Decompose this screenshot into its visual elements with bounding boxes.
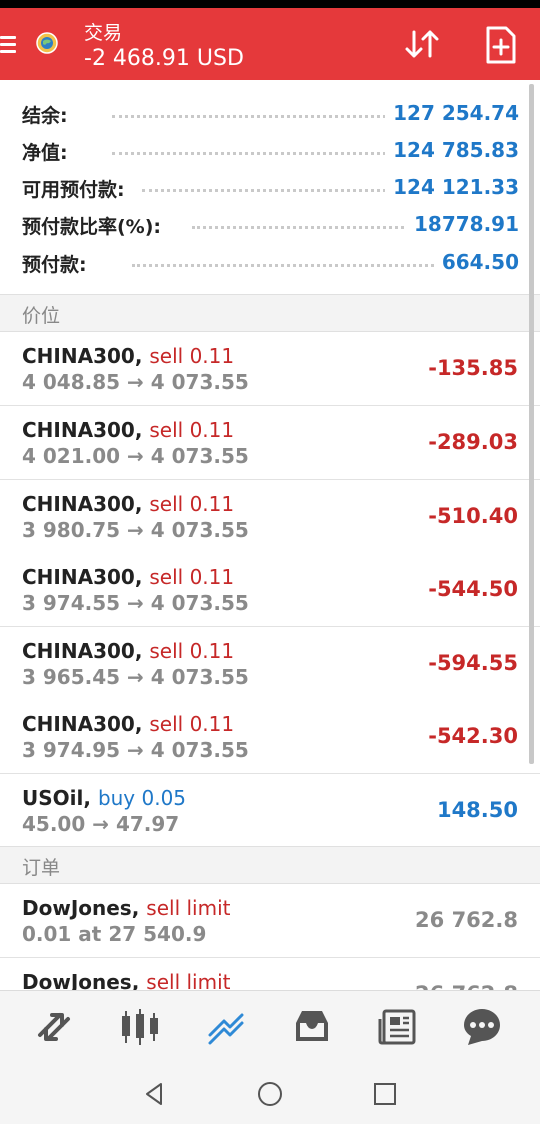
orders-header: 订单	[0, 846, 540, 884]
order-price: 26 762.8	[415, 908, 518, 932]
position-row[interactable]: USOil, buy 0.05 45.00 → 47.97 148.50	[0, 774, 540, 848]
order-row[interactable]: DowJones, sell limit 0.01 at 27 540.9 26…	[0, 884, 540, 958]
position-action: sell 0.11	[149, 712, 235, 736]
margin-level-value: 18778.91	[405, 212, 519, 236]
order-action: sell limit	[146, 896, 231, 920]
margin-row: 预付款: 664.50	[22, 244, 519, 280]
history-icon[interactable]	[290, 1005, 334, 1049]
back-icon[interactable]	[141, 1080, 169, 1108]
position-symbol: CHINA300, sell 0.11	[22, 344, 235, 368]
position-action: sell 0.11	[149, 565, 235, 589]
home-icon[interactable]	[256, 1080, 284, 1108]
status-bar	[0, 0, 540, 8]
position-action: sell 0.11	[149, 418, 235, 442]
margin-value: 664.50	[433, 250, 519, 274]
position-profit: -544.50	[428, 577, 518, 601]
position-row[interactable]: CHINA300, sell 0.11 4 021.00 → 4 073.55 …	[0, 406, 540, 480]
page-title: 交易	[84, 22, 123, 44]
position-symbol: CHINA300, sell 0.11	[22, 492, 235, 516]
positions-header: 价位	[0, 294, 540, 332]
position-action: sell 0.11	[149, 639, 235, 663]
news-icon[interactable]	[376, 1005, 420, 1049]
total-profit: -2 468.91 USD	[84, 46, 244, 71]
equity-row: 净值: 124 785.83	[22, 132, 519, 168]
system-nav-bar	[0, 1062, 540, 1124]
position-row[interactable]: CHINA300, sell 0.11 3 965.45 → 4 073.55 …	[0, 627, 540, 701]
sort-icon[interactable]	[402, 26, 442, 62]
quotes-icon[interactable]	[32, 1005, 76, 1049]
bottom-tab-bar	[0, 990, 540, 1063]
position-row[interactable]: CHINA300, sell 0.11 3 974.55 → 4 073.55 …	[0, 553, 540, 627]
margin-level-row: 预付款比率(%): 18778.91	[22, 206, 519, 242]
position-profit: -542.30	[428, 724, 518, 748]
position-action: sell 0.11	[149, 344, 235, 368]
margin-level-label: 预付款比率(%):	[22, 212, 168, 239]
position-action: buy 0.05	[97, 786, 187, 810]
position-profit: -289.03	[428, 430, 518, 454]
position-symbol: CHINA300, sell 0.11	[22, 418, 235, 442]
position-prices: 3 974.55 → 4 073.55	[22, 591, 249, 615]
position-row[interactable]: CHINA300, sell 0.11 3 974.95 → 4 073.55 …	[0, 700, 540, 774]
new-order-icon[interactable]	[484, 26, 518, 64]
position-profit: -135.85	[428, 356, 518, 380]
position-profit: -510.40	[428, 504, 518, 528]
position-symbol: CHINA300, sell 0.11	[22, 639, 235, 663]
position-prices: 3 965.45 → 4 073.55	[22, 665, 249, 689]
free-margin-row: 可用预付款: 124 121.33	[22, 169, 519, 205]
account-summary: 结余: 127 254.74 净值: 124 785.83 可用预付款: 124…	[0, 80, 540, 294]
positions-title: 价位	[22, 305, 61, 327]
position-symbol: CHINA300, sell 0.11	[22, 565, 235, 589]
balance-value: 127 254.74	[385, 101, 519, 125]
app-header: 交易 -2 468.91 USD	[0, 8, 540, 80]
equity-value: 124 785.83	[385, 138, 519, 162]
order-symbol: DowJones, sell limit	[22, 896, 231, 920]
equity-label: 净值:	[22, 138, 74, 165]
free-margin-label: 可用预付款:	[22, 175, 131, 202]
position-prices: 45.00 → 47.97	[22, 812, 180, 836]
orders-title: 订单	[22, 857, 61, 879]
position-row[interactable]: CHINA300, sell 0.11 4 048.85 → 4 073.55 …	[0, 332, 540, 406]
position-prices: 3 974.95 → 4 073.55	[22, 738, 249, 762]
free-margin-value: 124 121.33	[385, 175, 519, 199]
position-profit: -594.55	[428, 651, 518, 675]
balance-row: 结余: 127 254.74	[22, 95, 519, 131]
trade-icon[interactable]	[204, 1005, 248, 1049]
position-prices: 4 021.00 → 4 073.55	[22, 444, 249, 468]
position-prices: 3 980.75 → 4 073.55	[22, 518, 249, 542]
position-row[interactable]: CHINA300, sell 0.11 3 980.75 → 4 073.55 …	[0, 480, 540, 554]
recents-icon[interactable]	[371, 1080, 399, 1108]
margin-label: 预付款:	[22, 250, 93, 277]
position-action: sell 0.11	[149, 492, 235, 516]
position-prices: 4 048.85 → 4 073.55	[22, 370, 249, 394]
menu-icon[interactable]	[0, 34, 16, 56]
chat-icon[interactable]	[460, 1005, 504, 1049]
account-globe-icon[interactable]	[36, 32, 58, 54]
scrollbar[interactable]	[529, 84, 534, 764]
position-symbol: CHINA300, sell 0.11	[22, 712, 235, 736]
position-symbol: USOil, buy 0.05	[22, 786, 187, 810]
order-detail: 0.01 at 27 540.9	[22, 922, 207, 946]
position-profit: 148.50	[436, 798, 518, 822]
balance-label: 结余:	[22, 101, 74, 128]
chart-icon[interactable]	[118, 1005, 162, 1049]
